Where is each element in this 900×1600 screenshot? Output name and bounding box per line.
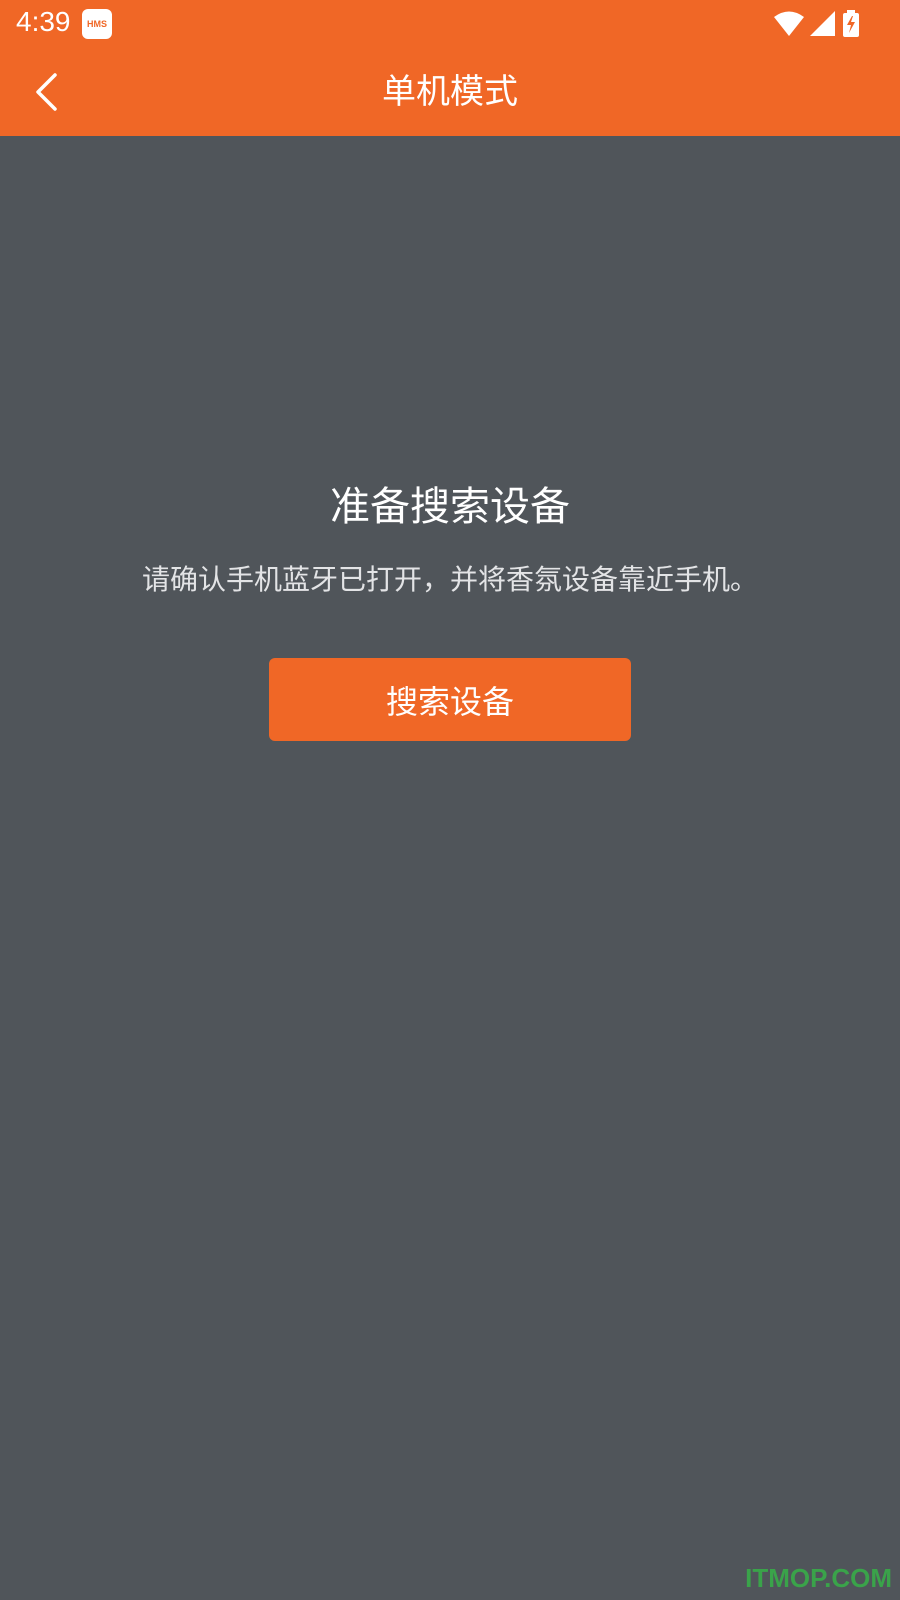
search-devices-button[interactable]: 搜索设备 <box>269 658 631 741</box>
content-description: 请确认手机蓝牙已打开，并将香氛设备靠近手机。 <box>141 563 758 596</box>
page-title: 单机模式 <box>382 72 518 112</box>
wifi-icon <box>774 11 804 36</box>
signal-icon <box>810 11 835 36</box>
status-icons <box>774 9 860 39</box>
status-time: 4:39 <box>16 6 71 37</box>
status-bar: 4:39 HMS <box>0 0 900 50</box>
battery-charging-icon <box>843 10 859 37</box>
watermark: ITMOP.COM <box>745 1563 892 1593</box>
hms-badge-icon: HMS <box>82 9 112 39</box>
content-title: 准备搜索设备 <box>330 484 570 530</box>
